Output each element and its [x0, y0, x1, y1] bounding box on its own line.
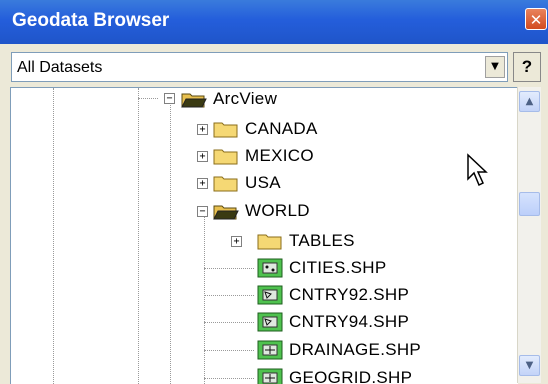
scroll-thumb[interactable]: [519, 192, 540, 216]
tree-item-cities-shp[interactable]: CITIES.SHP: [257, 255, 386, 281]
folder-icon: [213, 173, 239, 193]
tree-item-world[interactable]: WORLD: [213, 198, 310, 224]
tree-item-label: USA: [245, 173, 281, 192]
arrow-cursor-icon: [466, 153, 490, 193]
tree-item-label: TABLES: [289, 231, 355, 250]
scroll-down-button[interactable]: ▼: [519, 355, 540, 376]
tree-guide-line: [204, 295, 254, 296]
folder-open-icon: [181, 89, 207, 109]
polygon-shapefile-icon: [257, 285, 283, 305]
tree-item-canada[interactable]: CANADA: [213, 116, 318, 142]
tree-item-label: CANADA: [245, 119, 318, 138]
tree-item-label: CITIES.SHP: [289, 258, 387, 277]
tree-guide-line: [138, 98, 158, 99]
help-button[interactable]: ?: [513, 52, 541, 82]
window-title: Geodata Browser: [12, 10, 170, 31]
tree-item-usa[interactable]: USA: [213, 170, 281, 196]
tree-item-mexico[interactable]: MEXICO: [213, 143, 314, 169]
close-button[interactable]: ✕: [525, 8, 547, 30]
line-shapefile-icon: [257, 368, 283, 384]
tree-item-label: DRAINAGE.SHP: [289, 340, 422, 359]
tree-guide-line: [204, 322, 254, 323]
tree-guide-line: [204, 268, 254, 269]
tree-item-arcview[interactable]: ArcView: [181, 88, 278, 112]
tree-guide-line: [204, 378, 254, 379]
tree-item-tables[interactable]: TABLES: [257, 228, 355, 254]
tree-item-drainage-shp[interactable]: DRAINAGE.SHP: [257, 337, 421, 363]
folder-open-icon: [213, 201, 239, 221]
tree-item-label: MEXICO: [245, 146, 314, 165]
tree-item-cntry94-shp[interactable]: CNTRY94.SHP: [257, 309, 409, 335]
title-bar: Geodata Browser ✕: [0, 0, 548, 44]
tree-item-label: ArcView: [213, 89, 278, 108]
point-shapefile-icon: [257, 258, 283, 278]
dataset-filter-combo[interactable]: All Datasets ▼: [11, 52, 508, 82]
tree-item-label: CNTRY94.SHP: [289, 312, 410, 331]
vertical-scrollbar[interactable]: ▲ ▼: [517, 87, 541, 383]
tree-guide-line: [204, 350, 254, 351]
scroll-up-button[interactable]: ▲: [519, 91, 540, 112]
folder-icon: [213, 146, 239, 166]
tree-item-label: WORLD: [245, 201, 310, 220]
collapse-icon[interactable]: −: [197, 206, 208, 217]
tree-guide-line: [53, 88, 54, 384]
tree-item-label: GEOGRID.SHP: [289, 368, 413, 384]
tree-guide-line: [170, 98, 171, 384]
expand-icon[interactable]: +: [197, 178, 208, 189]
tree-item-geogrid-shp[interactable]: GEOGRID.SHP: [257, 365, 412, 384]
expand-icon[interactable]: +: [231, 236, 242, 247]
dropdown-arrow-icon[interactable]: ▼: [485, 56, 505, 78]
polygon-shapefile-icon: [257, 312, 283, 332]
folder-icon: [257, 231, 283, 251]
tree-guide-line: [138, 88, 139, 384]
folder-icon: [213, 119, 239, 139]
expand-icon[interactable]: +: [197, 151, 208, 162]
tree-guide-line: [204, 216, 205, 384]
line-shapefile-icon: [257, 340, 283, 360]
dataset-filter-value: All Datasets: [17, 59, 103, 76]
expand-icon[interactable]: +: [197, 124, 208, 135]
dataset-tree[interactable]: ArcView − CANADA + MEXICO + USA + WORLD …: [10, 87, 518, 384]
tree-item-label: CNTRY92.SHP: [289, 285, 410, 304]
collapse-icon[interactable]: −: [164, 93, 175, 104]
tree-item-cntry92-shp[interactable]: CNTRY92.SHP: [257, 282, 409, 308]
